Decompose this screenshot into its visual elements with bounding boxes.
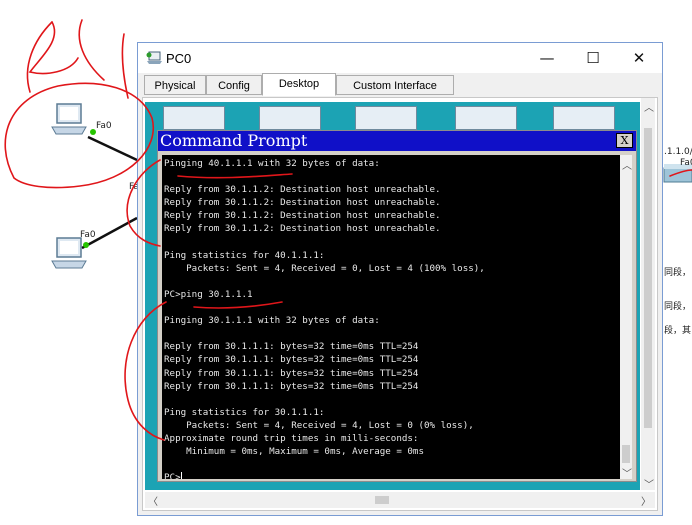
terminal-line: Approximate round trip times in milli-se… bbox=[164, 432, 419, 444]
terminal-line: Packets: Sent = 4, Received = 4, Lost = … bbox=[164, 419, 474, 431]
minimize-button[interactable]: — bbox=[524, 43, 570, 73]
desktop-panel: Command Prompt X Pinging 40.1.1.1 with 3… bbox=[145, 102, 640, 490]
terminal-line: Reply from 30.1.1.2: Destination host un… bbox=[164, 210, 441, 222]
terminal-line: Reply from 30.1.1.2: Destination host un… bbox=[164, 184, 441, 196]
port-label: Fa0 bbox=[96, 121, 112, 131]
note-text: 段，其 bbox=[664, 326, 692, 336]
maximize-button[interactable]: ☐ bbox=[570, 43, 616, 73]
cable-line bbox=[87, 135, 138, 162]
command-prompt-title-bar: Command Prompt X bbox=[158, 131, 636, 151]
terminal-line: Reply from 30.1.1.2: Destination host un… bbox=[164, 223, 441, 235]
terminal-line: PC>ping 30.1.1.1 bbox=[164, 288, 253, 300]
desktop-app-icon[interactable] bbox=[163, 106, 225, 130]
desktop-app-icon[interactable] bbox=[355, 106, 417, 130]
terminal-text: Pinging 40.1.1.1 with 32 bytes of data: … bbox=[164, 157, 485, 479]
scroll-up-icon[interactable]: ︿ bbox=[644, 99, 654, 114]
scroll-down-icon[interactable]: ﹀ bbox=[622, 465, 632, 479]
terminal-line: Minimum = 0ms, Maximum = 0ms, Average = … bbox=[164, 446, 424, 458]
tab-custom-interface[interactable]: Custom Interface bbox=[336, 75, 454, 95]
desktop-app-icon[interactable] bbox=[553, 106, 615, 130]
terminal-line: Ping statistics for 40.1.1.1: bbox=[164, 249, 325, 261]
title-bar[interactable]: PC0 — ☐ ✕ bbox=[138, 43, 662, 73]
pc0-window: PC0 — ☐ ✕ Physical Config Desktop Custom… bbox=[137, 42, 663, 516]
command-prompt-window: Command Prompt X Pinging 40.1.1.1 with 3… bbox=[157, 130, 637, 482]
terminal-scrollbar[interactable]: ︿ ﹀ bbox=[620, 155, 632, 479]
command-prompt-title: Command Prompt bbox=[160, 131, 308, 150]
link-light-icon bbox=[83, 242, 89, 248]
tab-desktop[interactable]: Desktop bbox=[262, 73, 336, 96]
terminal-line: Reply from 30.1.1.1: bytes=32 time=0ms T… bbox=[164, 354, 419, 366]
port-label: Fa0 bbox=[80, 230, 96, 240]
terminal-line: Pinging 40.1.1.1 with 32 bytes of data: bbox=[164, 158, 380, 169]
pc-icon[interactable] bbox=[51, 237, 87, 269]
text-cursor bbox=[180, 472, 182, 479]
terminal-prompt[interactable]: PC> bbox=[164, 471, 485, 479]
terminal-line: Reply from 30.1.1.1: bytes=32 time=0ms T… bbox=[164, 367, 419, 379]
scroll-left-icon[interactable]: 〈 bbox=[148, 493, 158, 508]
pc-icon[interactable] bbox=[51, 103, 87, 135]
window-title: PC0 bbox=[166, 51, 192, 66]
scrollbar-thumb[interactable] bbox=[622, 445, 630, 463]
port-label: Fa0 bbox=[680, 158, 692, 168]
terminal-line: Reply from 30.1.1.1: bytes=32 time=0ms T… bbox=[164, 380, 419, 392]
tab-physical[interactable]: Physical bbox=[144, 75, 206, 95]
terminal-line: Pinging 30.1.1.1 with 32 bytes of data: bbox=[164, 315, 380, 327]
scroll-right-icon[interactable]: 〉 bbox=[641, 493, 651, 508]
close-button[interactable]: ✕ bbox=[616, 43, 662, 73]
note-text: 同段， bbox=[664, 268, 692, 278]
desktop-app-icon[interactable] bbox=[259, 106, 321, 130]
network-label: .1.1.0/ bbox=[664, 147, 692, 157]
note-text: 同段， bbox=[664, 302, 692, 312]
desktop-vertical-scrollbar[interactable]: ︿ ﹀ bbox=[641, 98, 655, 491]
terminal-line: Ping statistics for 30.1.1.1: bbox=[164, 406, 325, 418]
packet-tracer-pc-icon bbox=[146, 51, 162, 64]
scroll-down-icon[interactable]: ﹀ bbox=[644, 476, 654, 491]
terminal-line: Packets: Sent = 4, Received = 0, Lost = … bbox=[164, 262, 485, 274]
tab-config[interactable]: Config bbox=[206, 75, 262, 95]
desktop-horizontal-scrollbar[interactable]: 〈 〉 bbox=[145, 492, 655, 508]
tab-content: Command Prompt X Pinging 40.1.1.1 with 3… bbox=[142, 97, 658, 511]
terminal-output[interactable]: Pinging 40.1.1.1 with 32 bytes of data: … bbox=[162, 155, 632, 479]
terminal-line: Reply from 30.1.1.2: Destination host un… bbox=[164, 197, 441, 209]
command-prompt-close-button[interactable]: X bbox=[616, 133, 633, 148]
scroll-up-icon[interactable]: ︿ bbox=[622, 157, 632, 172]
scrollbar-thumb[interactable] bbox=[375, 496, 389, 504]
scrollbar-thumb[interactable] bbox=[644, 128, 652, 428]
terminal-line: Reply from 30.1.1.1: bytes=32 time=0ms T… bbox=[164, 341, 419, 353]
desktop-app-icon[interactable] bbox=[455, 106, 517, 130]
